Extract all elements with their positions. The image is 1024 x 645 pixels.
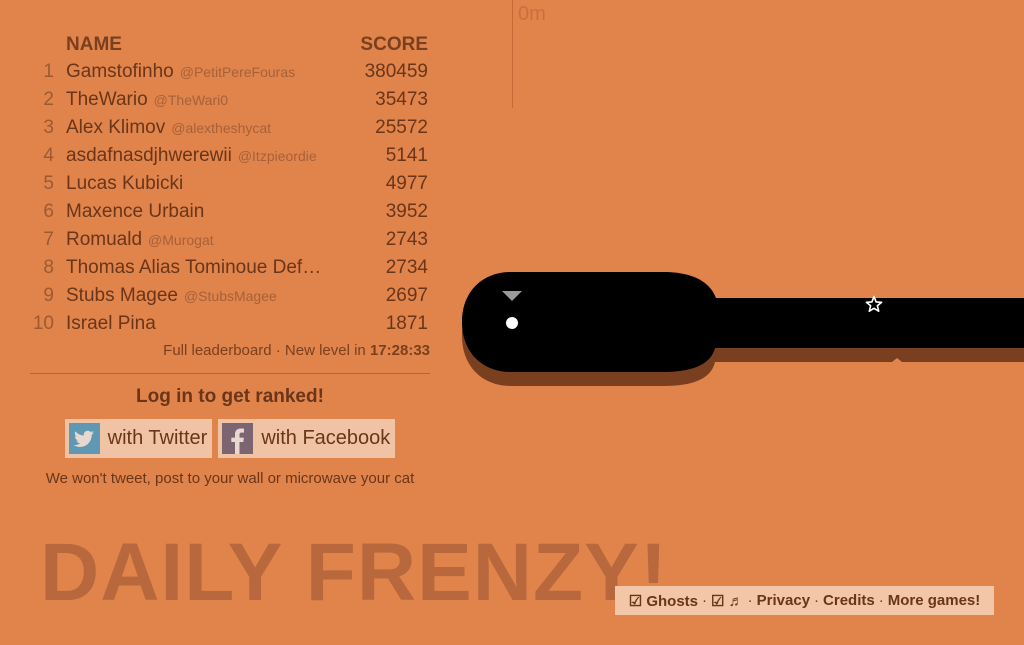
level-title: DAILY FRENZY! (40, 527, 669, 618)
player-handle: @PetitPereFouras (179, 64, 296, 80)
footer-separator: · (275, 342, 281, 359)
privacy-link[interactable]: Privacy (757, 592, 810, 609)
leaderboard-row: 5 Lucas Kubicki 4977 (30, 170, 430, 198)
footer-sep: · (814, 592, 820, 609)
leaderboard-row: 8 Thomas Alias Tominoue Def… 2734 (30, 254, 430, 282)
player-score: 3952 (385, 201, 428, 222)
player-name: Gamstofinho @PetitPereFouras (66, 61, 295, 83)
player-rank: 2 (43, 89, 54, 110)
player-name: Lucas Kubicki (66, 173, 183, 195)
full-leaderboard-link[interactable]: Full leaderboard (163, 342, 271, 359)
player-name: Thomas Alias Tominoue Def… (66, 257, 321, 279)
player-name: Alex Klimov @alextheshycat (66, 117, 271, 139)
player-rank: 9 (43, 285, 54, 306)
player-score: 25572 (375, 117, 428, 138)
player-score: 4977 (385, 173, 428, 194)
player-display-name: Lucas Kubicki (66, 173, 184, 194)
player-handle: @Itzpieordie (237, 148, 317, 164)
music-toggle[interactable]: ☑ ♬ (711, 592, 744, 610)
leaderboard-header: NAME SCORE (30, 30, 430, 58)
leaderboard-row: 9 Stubs Magee @StubsMagee 2697 (30, 282, 430, 310)
player-rank: 1 (43, 61, 54, 82)
player-rank: 5 (43, 173, 54, 194)
leaderboard-rows: 1 Gamstofinho @PetitPereFouras 380459 2 TheWa… (30, 58, 430, 338)
footer-sep: · (747, 592, 753, 609)
player-score: 5141 (385, 145, 428, 166)
player-display-name: Stubs Magee (66, 285, 178, 306)
player-display-name: Israel Pina (66, 313, 156, 334)
divider (30, 373, 430, 374)
login-disclaimer: We won't tweet, post to your wall or mic… (45, 470, 415, 487)
player-name: Israel Pina (66, 313, 156, 335)
login-buttons: with Twitter with Facebook (30, 419, 430, 458)
footer-sep: · (878, 592, 884, 609)
twitter-icon (68, 423, 100, 454)
player-name: Stubs Magee @StubsMagee (66, 285, 277, 307)
player-display-name: Maxence Urbain (66, 201, 205, 222)
player-name: TheWario @TheWari0 (66, 89, 228, 111)
player-name: Maxence Urbain (66, 201, 204, 223)
leaderboard-row: 6 Maxence Urbain 3952 (30, 198, 430, 226)
leaderboard-row: 10 Israel Pina 1871 (30, 310, 430, 338)
player-rank: 6 (43, 201, 54, 222)
new-level-label: New level in (284, 342, 366, 359)
twitter-login-label: with Twitter (107, 427, 208, 449)
twitter-login-button[interactable]: with Twitter (64, 419, 213, 458)
player-score: 2743 (385, 229, 428, 250)
player-score: 380459 (364, 61, 428, 82)
facebook-login-button[interactable]: with Facebook (218, 419, 396, 458)
player-score: 2697 (385, 285, 428, 306)
player-name: Romuald @Murogat (66, 229, 214, 251)
player-display-name: Thomas Alias Tominoue Def… (66, 257, 322, 278)
player-display-name: Romuald (66, 229, 143, 250)
player-ball (506, 317, 518, 329)
player-rank: 8 (43, 257, 54, 278)
player-handle: @alextheshycat (171, 120, 272, 136)
player-display-name: Gamstofinho (66, 61, 174, 82)
player-handle: @TheWari0 (153, 92, 229, 108)
player-rank: 7 (43, 229, 54, 250)
leaderboard-footer: Full leaderboard · New level in 17:28:33 (30, 342, 430, 359)
footer-sep: · (702, 592, 708, 609)
player-display-name: TheWario (66, 89, 148, 110)
player-display-name: Alex Klimov (66, 117, 166, 138)
player-handle: @Murogat (148, 232, 214, 248)
player-rank: 10 (32, 313, 54, 334)
player-handle: @StubsMagee (183, 288, 277, 304)
player-score: 2734 (385, 257, 428, 278)
login-title: Log in to get ranked! (136, 386, 324, 407)
footer-bar: ☑ Ghosts · ☑ ♬ · Privacy · Credits · Mor… (615, 586, 994, 615)
leaderboard-row: 7 Romuald @Murogat 2743 (30, 226, 430, 254)
score-column-header: SCORE (360, 34, 428, 55)
player-rank: 3 (43, 117, 54, 138)
player-score: 1871 (385, 313, 428, 334)
distance-readout: 0m (518, 3, 546, 25)
player-rank: 4 (43, 145, 54, 166)
leaderboard-row: 2 TheWario @TheWari0 35473 (30, 86, 430, 114)
leaderboard-row: 3 Alex Klimov @alextheshycat 25572 (30, 114, 430, 142)
facebook-login-label: with Facebook (261, 427, 391, 449)
more-games-link[interactable]: More games! (888, 592, 981, 609)
distance-marker-line (512, 0, 513, 108)
leaderboard-row: 4 asdafnasdjhwerewii @Itzpieordie 5141 (30, 142, 430, 170)
player-display-name: asdafnasdjhwerewii (66, 145, 232, 166)
ghosts-toggle[interactable]: ☑ Ghosts (629, 592, 698, 610)
new-level-timer: 17:28:33 (369, 342, 430, 359)
name-column-header: NAME (66, 34, 122, 55)
leaderboard-row: 1 Gamstofinho @PetitPereFouras 380459 (30, 58, 430, 86)
facebook-icon (222, 423, 254, 454)
player-score: 35473 (375, 89, 428, 110)
player-name: asdafnasdjhwerewii @Itzpieordie (66, 145, 317, 167)
leaderboard: NAME SCORE 1 Gamstofinho @PetitPereFouras 3… (30, 30, 430, 487)
credits-link[interactable]: Credits (823, 592, 875, 609)
